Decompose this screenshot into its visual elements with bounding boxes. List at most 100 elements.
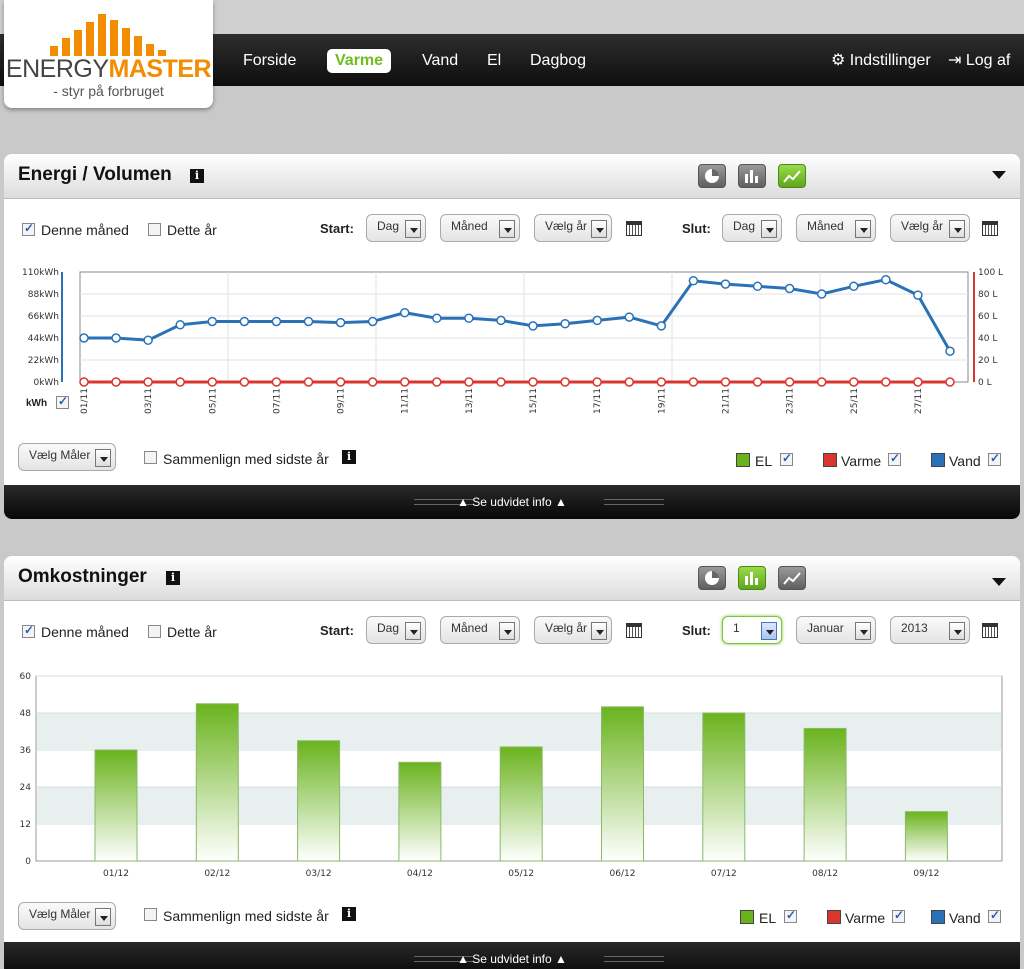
panel-header: Omkostninger i [4, 556, 1020, 601]
info-icon[interactable]: i [342, 907, 356, 921]
expand-info-bar[interactable]: ▲ Se udvidet info ▲ [4, 942, 1020, 969]
costs-bar-chart: 0 12 24 36 48 60 01/12 02/12 03/12 04/12 05/12 06/1… [20, 672, 1003, 878]
pie-view-button[interactable] [698, 164, 726, 188]
panel-header: Energi / Volumen i [4, 154, 1020, 199]
unit-toggle-label: kWh [26, 398, 48, 409]
legend-vand-checkbox[interactable] [988, 451, 1001, 466]
energy-volume-panel: Energi / Volumen i Denne måned Dette år … [4, 154, 1020, 519]
logout-link[interactable]: ⇥ Log af [948, 52, 1010, 70]
calendar-icon[interactable] [982, 623, 998, 638]
line-view-button[interactable] [778, 566, 806, 590]
compare-checkbox[interactable] [144, 451, 157, 464]
data-point-varme [816, 377, 827, 387]
y-tick-label: 60 [20, 672, 32, 682]
meter-select[interactable]: Vælg Måler [18, 902, 116, 930]
collapse-arrow-icon[interactable] [992, 171, 1006, 179]
data-point-vand [239, 316, 250, 327]
end-month-select[interactable]: Måned [796, 214, 876, 242]
legend-vand-checkbox[interactable] [988, 908, 1001, 923]
data-point-vand [816, 289, 827, 299]
meter-select[interactable]: Vælg Måler [18, 443, 116, 471]
this-month-checkbox[interactable] [22, 623, 35, 638]
data-point-varme [560, 377, 570, 387]
compare-checkbox[interactable] [144, 908, 157, 921]
unit-toggle-checkbox[interactable] [56, 394, 69, 409]
y-tick-label: 0 [25, 857, 31, 867]
legend-varme-checkbox[interactable] [888, 451, 901, 466]
logout-label: Log af [965, 52, 1011, 69]
end-day-select[interactable]: 1 [722, 616, 782, 644]
chevron-down-icon [95, 908, 111, 926]
nav-varme[interactable]: Varme [327, 49, 392, 73]
this-year-checkbox[interactable] [148, 625, 161, 638]
logo[interactable]: ENERGYMASTER - styr på forbruget [4, 0, 213, 108]
nav-forside[interactable]: Forside [243, 52, 296, 70]
panel-title: Omkostninger [18, 566, 147, 587]
end-month-select[interactable]: Januar [796, 616, 876, 644]
data-point-varme [111, 377, 121, 387]
y-left-tick-label: 88kWh [28, 290, 59, 300]
settings-link[interactable]: ⚙ Indstillinger [831, 52, 931, 70]
energy-line-chart: 0kWh 22kWh 44kWh 66kWh 88kWh 110kWh 0 L 20 L 40 … [22, 268, 1003, 414]
end-year-select[interactable]: 2013 [890, 616, 970, 644]
expand-info-bar[interactable]: ▲ Se udvidet info ▲ [4, 485, 1020, 519]
start-day-select[interactable]: Dag [366, 616, 426, 644]
info-icon[interactable]: i [342, 450, 356, 464]
start-year-select[interactable]: Vælg år [534, 214, 612, 242]
start-month-select[interactable]: Måned [440, 214, 520, 242]
calendar-icon[interactable] [982, 221, 998, 236]
start-month-select[interactable]: Måned [440, 616, 520, 644]
line-view-button[interactable] [778, 164, 806, 188]
collapse-arrow-icon[interactable] [992, 578, 1006, 586]
nav-el[interactable]: El [487, 52, 501, 70]
start-day-select[interactable]: Dag [366, 214, 426, 242]
x-tick-label: 05/12 [508, 869, 534, 878]
data-point-varme [496, 377, 506, 387]
pie-view-button[interactable] [698, 566, 726, 590]
y-tick-label: 48 [20, 709, 32, 719]
data-point-vand [560, 318, 570, 329]
data-point-varme [207, 377, 218, 387]
data-point-vand [399, 307, 410, 318]
this-year-checkbox[interactable] [148, 223, 161, 236]
logo-tagline: - styr på forbruget [53, 83, 164, 99]
legend-el-checkbox[interactable] [784, 908, 797, 923]
bar-view-button[interactable] [738, 164, 766, 188]
legend-vand-swatch [931, 453, 945, 467]
data-point-varme [624, 377, 635, 387]
legend-el-label: EL [759, 910, 777, 926]
x-tick-label: 01/11 [80, 388, 90, 414]
this-month-checkbox[interactable] [22, 221, 35, 236]
line-chart-icon [783, 170, 801, 183]
info-icon[interactable]: i [190, 169, 204, 183]
pie-icon [705, 169, 719, 183]
x-tick-label: 23/11 [786, 388, 796, 414]
data-point-varme [752, 377, 763, 387]
x-tick-label: 05/11 [208, 388, 218, 414]
calendar-icon[interactable] [626, 221, 642, 236]
data-point-varme [271, 377, 282, 387]
end-year-select[interactable]: Vælg år [890, 214, 970, 242]
end-day-select[interactable]: Dag [722, 214, 782, 242]
data-point-vand [335, 317, 346, 328]
legend-el-checkbox[interactable] [780, 451, 793, 466]
chevron-down-icon [949, 220, 965, 238]
nav-vand[interactable]: Vand [422, 52, 458, 70]
bar-view-button[interactable] [738, 566, 766, 590]
calendar-icon[interactable] [626, 623, 642, 638]
legend-el-swatch [740, 910, 754, 924]
y-tick-label: 36 [20, 746, 32, 756]
legend-varme-swatch [823, 453, 837, 467]
this-year-label: Dette år [167, 624, 217, 640]
data-point-varme [175, 377, 185, 387]
bar-08/12 [803, 727, 847, 862]
legend-varme-swatch [827, 910, 841, 924]
legend-varme-checkbox[interactable] [892, 908, 905, 923]
x-tick-label: 21/11 [721, 388, 731, 414]
data-point-vand [271, 316, 282, 327]
nav-dagbog[interactable]: Dagbog [530, 52, 586, 70]
start-year-select[interactable]: Vælg år [534, 616, 612, 644]
info-icon[interactable]: i [166, 571, 180, 585]
grid-band [37, 713, 1001, 750]
data-point-varme [849, 377, 859, 387]
